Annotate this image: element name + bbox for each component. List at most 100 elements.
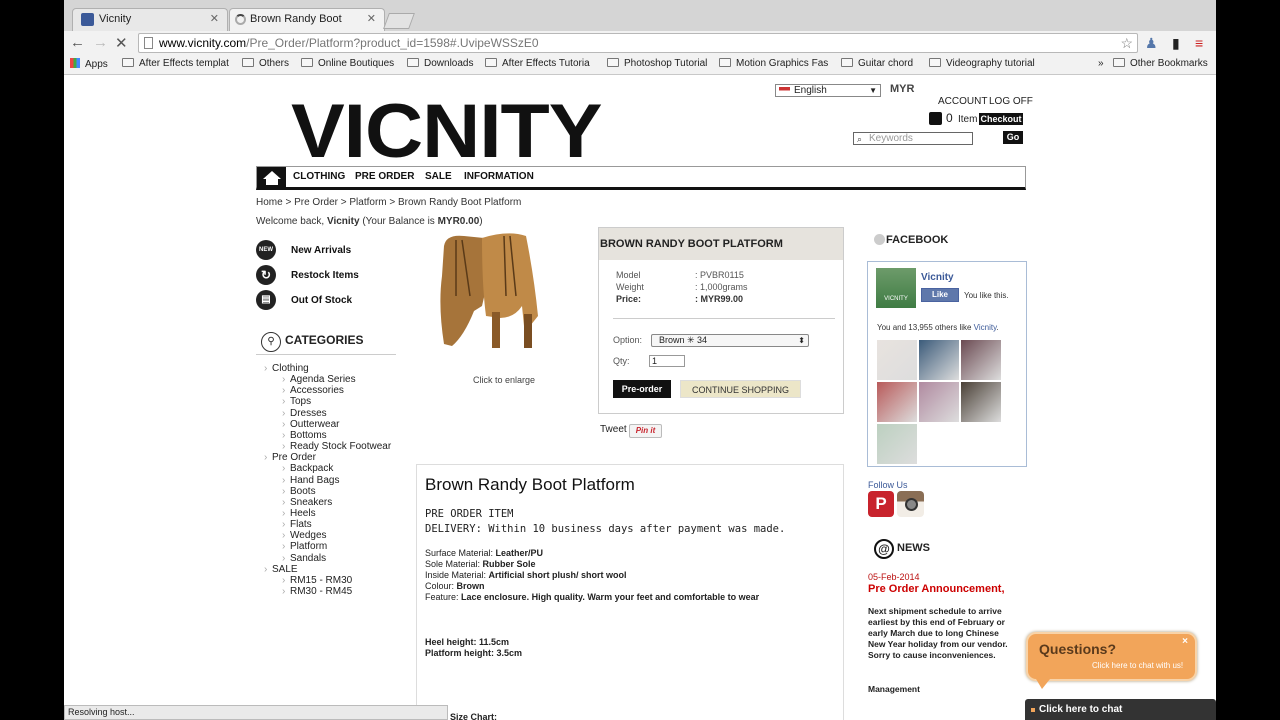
bookmark-folder[interactable]: Online Boutiques — [301, 58, 394, 69]
size-chart-label: Size Chart: — [450, 712, 498, 720]
bookmark-folder[interactable]: Guitar chord — [841, 58, 913, 69]
facebook-page-name[interactable]: Vicnity — [921, 272, 954, 283]
category-item[interactable]: Flats — [282, 519, 312, 530]
category-item[interactable]: Platform — [282, 541, 327, 552]
shopping-bag-icon[interactable] — [929, 112, 942, 125]
currency-label[interactable]: MYR — [890, 83, 914, 95]
category-item[interactable]: Backpack — [282, 463, 333, 474]
category-item[interactable]: RM30 - RM45 — [282, 586, 352, 597]
category-item[interactable]: Dresses — [282, 408, 327, 419]
forward-arrow-icon[interactable]: → — [93, 34, 108, 51]
menu-information[interactable]: INFORMATION — [464, 171, 534, 182]
category-parent[interactable]: SALE — [264, 564, 297, 575]
like-count-text: You and 13,955 others like Vicnity. — [877, 323, 999, 332]
fan-avatar[interactable] — [877, 424, 917, 464]
apps-icon — [70, 58, 80, 68]
sidebar-new-arrivals[interactable]: New Arrivals — [291, 245, 351, 256]
category-item[interactable]: Heels — [282, 508, 315, 519]
sidebar-restock-items[interactable]: Restock Items — [291, 270, 359, 281]
extension-phone-icon[interactable]: ▮ — [1172, 35, 1180, 52]
category-item[interactable]: Tops — [282, 396, 311, 407]
bookmark-folder[interactable]: After Effects Tutoria — [485, 58, 590, 69]
folder-icon — [719, 58, 731, 67]
category-item[interactable]: Outterwear — [282, 419, 340, 430]
page-logo[interactable]: VICNITY — [876, 268, 916, 308]
menu-sale[interactable]: SALE — [425, 171, 452, 182]
fan-avatar[interactable] — [961, 340, 1001, 380]
search-input[interactable]: ⌕ Keywords — [853, 132, 973, 145]
bookmark-folder[interactable]: Downloads — [407, 58, 473, 69]
close-tab-icon[interactable]: ✕ — [210, 9, 219, 30]
category-item[interactable]: Sneakers — [282, 497, 332, 508]
cart-icon: ▤ — [256, 290, 276, 310]
category-item[interactable]: Boots — [282, 486, 315, 497]
fan-avatar[interactable] — [961, 382, 1001, 422]
back-arrow-icon[interactable]: ← — [70, 34, 85, 51]
main-menu: CLOTHING PRE ORDER SALE INFORMATION — [256, 166, 1026, 190]
bookmarks-overflow[interactable]: » — [1098, 58, 1104, 69]
logoff-link[interactable]: LOG OFF — [989, 96, 1033, 107]
pin-it-button[interactable]: Pin it — [629, 424, 662, 438]
bookmark-folder[interactable]: Others — [242, 58, 289, 69]
bookmark-folder[interactable]: Motion Graphics Fas — [719, 58, 828, 69]
tab-vicnity-facebook[interactable]: Vicnity ✕ — [72, 8, 228, 31]
continue-shopping-button[interactable]: CONTINUE SHOPPING — [680, 380, 801, 398]
category-item[interactable]: Wedges — [282, 530, 326, 541]
sidebar-out-of-stock[interactable]: Out Of Stock — [291, 295, 352, 306]
instagram-icon[interactable] — [897, 491, 924, 517]
address-bar[interactable]: www.vicnity.com/Pre_Order/Platform?produ… — [138, 33, 1138, 53]
category-item[interactable]: Hand Bags — [282, 475, 340, 486]
option-select[interactable]: Brown ✳ 34 ⬍ — [651, 334, 809, 347]
bookmark-folder[interactable]: Videography tutorial — [929, 58, 1035, 69]
sole-material: Sole Material: Rubber Sole — [425, 559, 536, 569]
checkout-button[interactable]: Checkout — [979, 113, 1023, 125]
fan-avatar[interactable] — [919, 382, 959, 422]
chat-subtitle: Click here to chat with us! — [1092, 661, 1184, 670]
account-link[interactable]: ACCOUNT — [938, 96, 987, 107]
category-item[interactable]: Agenda Series — [282, 374, 356, 385]
category-item[interactable]: Bottoms — [282, 430, 327, 441]
extension-person-icon[interactable]: ♟ — [1145, 35, 1158, 52]
click-to-enlarge[interactable]: Click to enlarge — [473, 375, 535, 385]
breadcrumb[interactable]: Home > Pre Order > Platform > Brown Rand… — [256, 197, 521, 208]
close-tab-icon[interactable]: ✕ — [367, 9, 376, 30]
search-go-button[interactable]: Go — [1003, 131, 1023, 144]
tab-product[interactable]: Brown Randy Boot Platform ✕ — [229, 8, 385, 46]
bookmark-star-icon[interactable]: ☆ — [1120, 34, 1133, 52]
fan-avatar[interactable] — [919, 340, 959, 380]
chat-questions-bubble[interactable]: Questions? Click here to chat with us! × — [1026, 632, 1197, 689]
bookmark-apps[interactable]: Apps — [70, 58, 108, 70]
close-icon[interactable]: × — [1182, 636, 1188, 647]
category-parent[interactable]: Clothing — [264, 363, 309, 374]
news-date: 05-Feb-2014 — [868, 572, 920, 582]
bookmark-folder[interactable]: After Effects templat — [122, 58, 229, 69]
chat-bar[interactable]: Click here to chat — [1025, 699, 1216, 720]
category-item[interactable]: Accessories — [282, 385, 344, 396]
site-logo[interactable]: VICNITY — [291, 94, 602, 170]
browser-window: Vicnity ✕ Brown Randy Boot Platform ✕ ← … — [64, 0, 1216, 720]
stop-loading-icon[interactable]: ✕ — [115, 34, 128, 52]
tweet-button[interactable]: Tweet — [600, 424, 627, 435]
new-tab-button[interactable] — [383, 13, 415, 29]
fan-avatar[interactable] — [877, 382, 917, 422]
like-button[interactable]: Like — [921, 288, 959, 302]
menu-clothing[interactable]: CLOTHING — [293, 171, 345, 182]
restock-icon: ↻ — [256, 265, 276, 285]
category-parent[interactable]: Pre Order — [264, 452, 316, 463]
news-headline[interactable]: Pre Order Announcement, — [868, 583, 1005, 595]
menu-pre-order[interactable]: PRE ORDER — [355, 171, 414, 182]
bookmark-folder[interactable]: Photoshop Tutorial — [607, 58, 707, 69]
surface-material: Surface Material: Leather/PU — [425, 548, 544, 558]
fan-avatar[interactable] — [877, 340, 917, 380]
other-bookmarks[interactable]: Other Bookmarks — [1113, 58, 1208, 69]
quantity-input[interactable]: 1 — [649, 355, 685, 367]
product-image[interactable] — [434, 226, 554, 356]
menu-icon[interactable]: ≡ — [1195, 35, 1203, 51]
home-icon[interactable] — [257, 167, 286, 188]
category-item[interactable]: Sandals — [282, 553, 326, 564]
pre-order-button[interactable]: Pre-order — [613, 380, 671, 398]
category-item[interactable]: RM15 - RM30 — [282, 575, 352, 586]
pinterest-icon[interactable]: P — [868, 491, 894, 517]
category-item[interactable]: Ready Stock Footwear — [282, 441, 391, 452]
language-select[interactable]: English ▼ — [775, 84, 881, 97]
